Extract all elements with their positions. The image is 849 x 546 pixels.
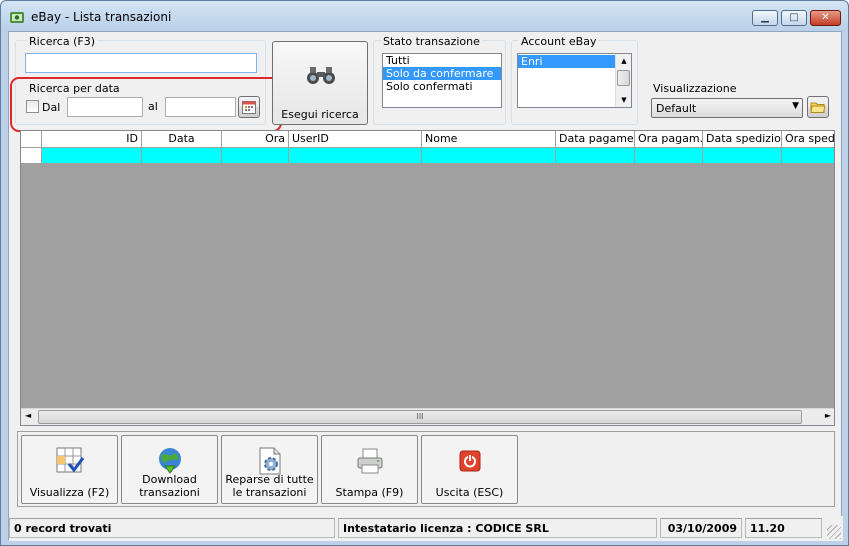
column-header-date[interactable]: Data: [142, 131, 222, 148]
maximize-button[interactable]: □: [781, 10, 807, 26]
ebay-app-icon: [10, 12, 24, 23]
column-header-id[interactable]: ID: [42, 131, 142, 148]
grid-horizontal-scrollbar[interactable]: ◄ III ►: [21, 408, 834, 425]
column-header-payment-date[interactable]: Data pagame...: [556, 131, 635, 148]
scroll-thumb[interactable]: III: [38, 410, 802, 424]
column-header-shipping-time[interactable]: Ora spediz: [782, 131, 834, 148]
table-cell[interactable]: [42, 148, 142, 163]
grid-check-icon: [56, 447, 85, 473]
row-selector-cell[interactable]: [21, 148, 42, 163]
column-header-userid[interactable]: UserID: [289, 131, 422, 148]
table-row[interactable]: [21, 148, 834, 163]
minimize-button[interactable]: ▁: [752, 10, 778, 26]
table-cell[interactable]: [703, 148, 782, 163]
run-search-button[interactable]: Esegui ricerca: [272, 41, 368, 125]
power-icon: [459, 450, 481, 472]
date-search-highlight: [10, 77, 282, 132]
window-title: eBay - Lista transazioni: [31, 10, 172, 24]
resize-grip[interactable]: [827, 525, 841, 539]
view-button[interactable]: Visualizza (F2): [21, 435, 118, 504]
scroll-left-arrow-icon[interactable]: ◄: [25, 411, 31, 420]
scroll-up-arrow-icon[interactable]: ▲: [616, 57, 631, 65]
binoculars-icon: [307, 67, 335, 84]
column-header-name[interactable]: Nome: [422, 131, 556, 148]
status-time: 11.20: [745, 518, 822, 538]
table-cell[interactable]: [782, 148, 834, 163]
download-transactions-button[interactable]: Download transazioni: [121, 435, 218, 504]
table-cell[interactable]: [635, 148, 703, 163]
view-select[interactable]: Default ▼: [651, 98, 803, 118]
open-view-button[interactable]: [807, 96, 829, 118]
transaction-status-list[interactable]: Tutti Solo da confermare Solo confermati: [382, 53, 502, 108]
close-button[interactable]: ✕: [810, 10, 841, 26]
column-header-shipping-date[interactable]: Data spedizio...: [703, 131, 782, 148]
scroll-right-arrow-icon[interactable]: ►: [825, 411, 831, 420]
table-cell[interactable]: [556, 148, 635, 163]
globe-download-icon: [159, 448, 181, 474]
ebay-account-list[interactable]: Enri ▲ ▼: [517, 53, 632, 108]
scroll-down-arrow-icon[interactable]: ▼: [616, 96, 631, 104]
transaction-status-label: Stato transazione: [381, 35, 482, 48]
scroll-thumb[interactable]: [617, 70, 630, 86]
status-date: 03/10/2009: [660, 518, 742, 538]
record-count: 0 record trovati: [9, 518, 335, 538]
exit-button[interactable]: Uscita (ESC): [421, 435, 518, 504]
client-area: Ricerca (F3) Ricerca per data Dal al Ese…: [8, 31, 843, 541]
search-input[interactable]: [25, 53, 257, 73]
view-label: Visualizzazione: [653, 82, 737, 95]
print-button[interactable]: Stampa (F9): [321, 435, 418, 504]
column-header-time[interactable]: Ora: [222, 131, 289, 148]
table-cell[interactable]: [289, 148, 422, 163]
search-label: Ricerca (F3): [27, 35, 97, 48]
license-holder: Intestatario licenza : CODICE SRL: [338, 518, 657, 538]
table-cell[interactable]: [222, 148, 289, 163]
status-bar: 0 record trovati Intestatario licenza : …: [9, 516, 843, 541]
column-header-payment-time[interactable]: Ora pagam...: [635, 131, 703, 148]
account-list-scrollbar[interactable]: ▲ ▼: [615, 54, 631, 107]
run-search-label: Esegui ricerca: [281, 108, 359, 121]
transactions-grid[interactable]: ID Data Ora UserID Nome Data pagame... O…: [20, 130, 835, 426]
table-cell[interactable]: [422, 148, 556, 163]
scroll-grip: III: [416, 412, 424, 421]
account-option-enri[interactable]: Enri: [518, 55, 615, 68]
status-option-confirmed[interactable]: Solo confermati: [383, 80, 501, 93]
view-button-label: Visualizza (F2): [29, 486, 110, 499]
chevron-down-icon: ▼: [792, 101, 799, 111]
table-cell[interactable]: [142, 148, 222, 163]
view-select-value: Default: [656, 102, 697, 115]
app-window: eBay - Lista transazioni ▁ □ ✕ Ricerca (…: [0, 0, 849, 546]
reparse-transactions-button[interactable]: Reparse di tutte le transazioni: [221, 435, 318, 504]
title-bar[interactable]: eBay - Lista transazioni ▁ □ ✕: [1, 1, 848, 31]
download-transactions-label: Download transazioni: [139, 473, 200, 499]
status-option-to-confirm[interactable]: Solo da confermare: [383, 67, 501, 80]
ebay-account-label: Account eBay: [519, 35, 599, 48]
printer-icon: [357, 448, 383, 474]
grid-header: ID Data Ora UserID Nome Data pagame... O…: [21, 131, 834, 148]
status-option-all[interactable]: Tutti: [383, 54, 501, 67]
column-header-selector[interactable]: [21, 131, 42, 148]
reparse-transactions-label: Reparse di tutte le transazioni: [225, 473, 314, 499]
action-toolbar: Visualizza (F2) Download transazioni Rep…: [17, 431, 835, 507]
exit-button-label: Uscita (ESC): [435, 486, 504, 499]
folder-icon: [810, 102, 826, 113]
print-button-label: Stampa (F9): [335, 486, 404, 499]
document-gear-icon: [259, 447, 281, 475]
